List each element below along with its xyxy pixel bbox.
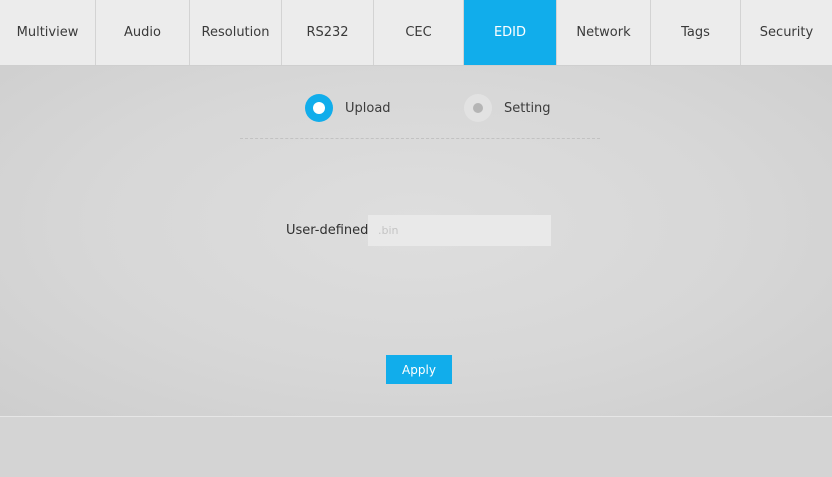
radio-setting[interactable]: Setting [464, 94, 551, 122]
radio-upload-label: Upload [345, 100, 391, 116]
tab-audio[interactable]: Audio [96, 0, 190, 65]
tab-rs232[interactable]: RS232 [282, 0, 374, 65]
tab-tags[interactable]: Tags [651, 0, 741, 65]
tab-security[interactable]: Security [741, 0, 832, 65]
tab-multiview[interactable]: Multiview [0, 0, 96, 65]
radio-setting-label: Setting [504, 100, 551, 116]
radio-upload[interactable]: Upload [305, 94, 391, 122]
tab-resolution[interactable]: Resolution [190, 0, 282, 65]
radio-checked-icon [305, 94, 333, 122]
user-defined-label: User-defined: [286, 223, 373, 238]
apply-button[interactable]: Apply [386, 355, 452, 384]
edid-mode-selector: Upload Setting [0, 94, 832, 122]
footer-bar [0, 416, 832, 477]
tab-edid[interactable]: EDID [464, 0, 557, 65]
tab-network[interactable]: Network [557, 0, 651, 65]
dashed-divider [240, 138, 600, 139]
user-defined-file-input[interactable] [368, 215, 551, 246]
tab-cec[interactable]: CEC [374, 0, 464, 65]
radio-unchecked-icon [464, 94, 492, 122]
tab-bar: Multiview Audio Resolution RS232 CEC EDI… [0, 0, 832, 66]
